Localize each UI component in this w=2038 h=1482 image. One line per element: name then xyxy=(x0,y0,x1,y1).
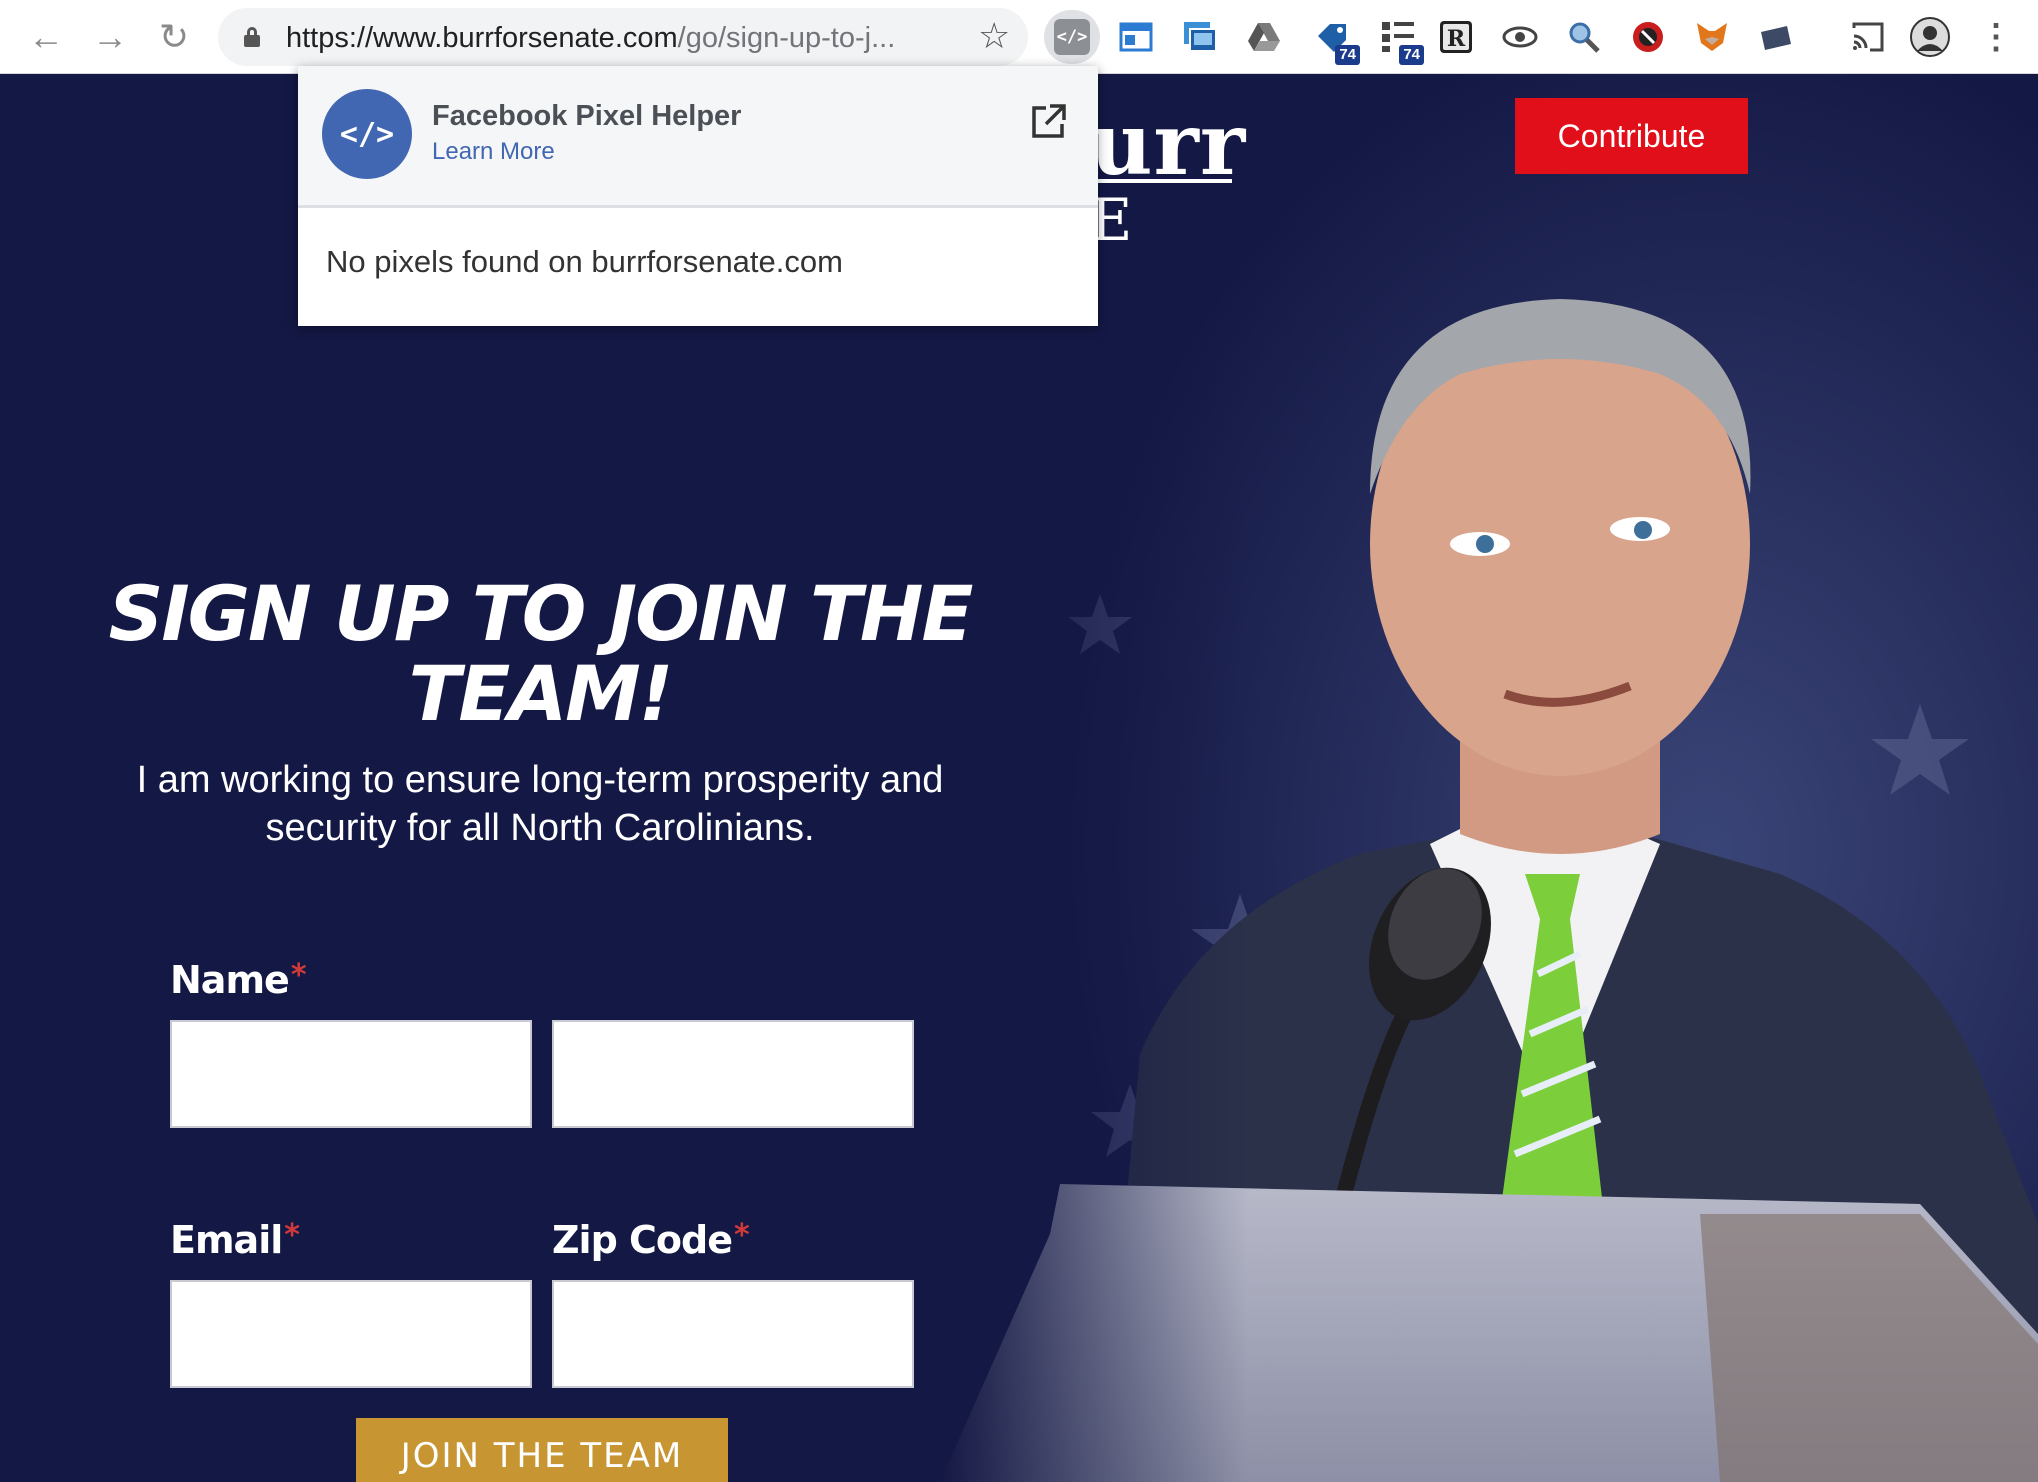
page-headline: SIGN UP TO JOIN THE TEAM! xyxy=(108,569,974,738)
network-extension-icon[interactable]: 74 xyxy=(1378,17,1424,65)
pixel-helper-logo-icon: </> xyxy=(322,89,412,179)
required-asterisk: * xyxy=(290,958,307,993)
popup-status-message: No pixels found on burrforsenate.com xyxy=(326,244,843,279)
screenshot-extension-icon[interactable] xyxy=(1180,17,1220,57)
profile-avatar[interactable] xyxy=(1910,17,1950,57)
email-field[interactable] xyxy=(170,1280,532,1388)
logo-underline xyxy=(1090,179,1232,183)
r-extension-icon[interactable]: R xyxy=(1436,17,1476,57)
code-brackets-icon: </> xyxy=(1054,19,1090,55)
facebook-pixel-helper-extension-button[interactable]: </> xyxy=(1044,10,1100,64)
reload-icon[interactable]: ↻ xyxy=(150,13,198,61)
menu-dots-icon[interactable]: ⋮ xyxy=(1976,17,2016,57)
extension-badge: 74 xyxy=(1335,45,1360,65)
back-arrow-icon[interactable]: ← xyxy=(22,13,70,61)
join-the-team-button[interactable]: JOIN THE TEAM xyxy=(356,1418,728,1482)
window-extension-icon[interactable] xyxy=(1116,17,1156,57)
bookmark-star-icon[interactable]: ☆ xyxy=(978,15,1010,57)
page-subheadline: I am working to ensure long-term prosper… xyxy=(136,759,944,849)
forward-arrow-icon[interactable]: → xyxy=(86,13,134,61)
open-external-icon[interactable] xyxy=(1028,102,1068,142)
name-label: Name* xyxy=(170,958,307,1002)
magnifier-icon[interactable] xyxy=(1564,17,1604,57)
required-asterisk: * xyxy=(284,1218,300,1253)
extension-badge: 74 xyxy=(1399,45,1424,65)
eye-icon[interactable] xyxy=(1500,17,1540,57)
first-name-field[interactable] xyxy=(170,1020,532,1128)
last-name-field[interactable] xyxy=(552,1020,914,1128)
lock-icon xyxy=(244,27,260,47)
url-text[interactable]: https://www.burrforsenate.com/go/sign-up… xyxy=(286,22,895,55)
popup-title: Facebook Pixel Helper xyxy=(432,100,742,132)
blocker-icon[interactable] xyxy=(1628,17,1668,57)
email-label: Email* xyxy=(170,1218,300,1262)
cast-icon[interactable] xyxy=(1848,17,1888,57)
zip-code-label: Zip Code* xyxy=(552,1218,750,1262)
card-extension-icon[interactable] xyxy=(1756,17,1796,57)
popup-header: </> Facebook Pixel Helper Learn More xyxy=(298,66,1098,208)
zip-code-field[interactable] xyxy=(552,1280,914,1388)
svg-text:R: R xyxy=(1447,26,1466,52)
fox-icon[interactable] xyxy=(1692,17,1732,57)
candidate-photo xyxy=(940,74,2038,1482)
google-drive-icon[interactable] xyxy=(1244,17,1284,57)
pixel-helper-popup: </> Facebook Pixel Helper Learn More No … xyxy=(298,66,1098,326)
learn-more-link[interactable]: Learn More xyxy=(432,138,555,166)
address-bar[interactable]: https://www.burrforsenate.com/go/sign-up… xyxy=(218,8,1028,66)
browser-toolbar: ← → ↻ https://www.burrforsenate.com/go/s… xyxy=(0,0,2038,74)
tag-extension-icon[interactable]: 74 xyxy=(1314,17,1360,65)
contribute-button[interactable]: Contribute xyxy=(1515,98,1748,174)
required-asterisk: * xyxy=(733,1218,750,1253)
